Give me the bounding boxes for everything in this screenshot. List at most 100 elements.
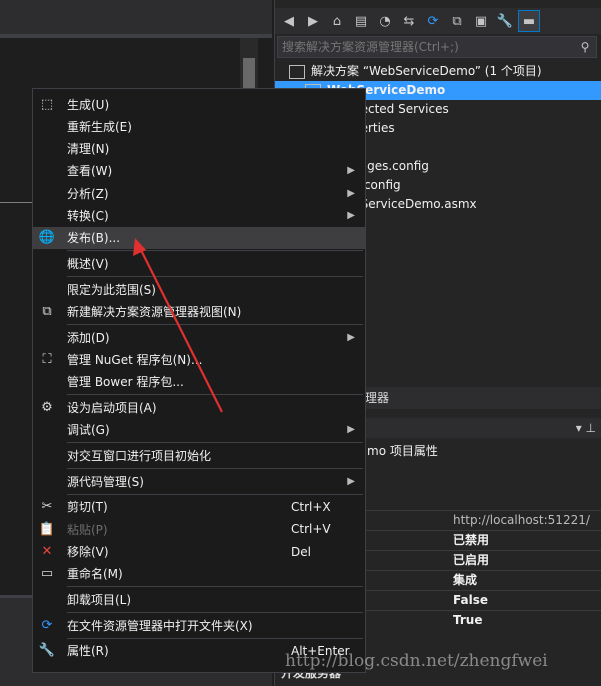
search-input[interactable] [278, 39, 574, 55]
menu-item[interactable]: 概述(V) [33, 253, 365, 275]
menu-item[interactable]: 调试(G) ▶ [33, 419, 365, 441]
menu-item[interactable]: ▭ 重命名(M) [33, 563, 365, 585]
menu-item[interactable]: 重新生成(E) [33, 115, 365, 137]
menu-separator [67, 467, 363, 469]
menu-shortcut: Ctrl+V [291, 522, 331, 537]
property-value: http://localhost:51221/ [453, 513, 590, 527]
menu-item-label: 生成(U) [67, 97, 110, 112]
menu-item-label: 限定为此范围(S) [67, 282, 156, 297]
solution-explorer-toolbar: ◀ ▶ ⌂ ▤ ◔ ⇆ ⟳ ⧉ ▣ 🔧 ▬ [275, 8, 601, 34]
pin-icon[interactable]: ▾ ⊥ [576, 421, 596, 435]
menu-separator [67, 637, 363, 639]
property-value: True [453, 613, 483, 627]
menu-item-label: 在文件资源管理器中打开文件夹(X) [67, 618, 253, 633]
tree-item[interactable]: 解决方案 “WebServiceDemo” (1 个项目) [275, 62, 601, 81]
context-menu: ⬚ 生成(U) 重新生成(E) 清理(N) 查看(W) ▶ 分析(Z) ▶ 转换(C) ▶ 🌐 发布(… [32, 88, 366, 673]
menu-item[interactable]: 限定为此范围(S) [33, 278, 365, 300]
search-icon[interactable]: ⚲ [574, 40, 596, 54]
menu-item-label: 管理 NuGet 程序包(N)... [67, 353, 203, 367]
show-all-files-icon[interactable]: ▣ [471, 11, 491, 31]
menu-separator [67, 611, 363, 613]
menu-item[interactable]: 对交互窗口进行项目初始化 [33, 445, 365, 467]
menu-separator [67, 493, 363, 495]
menu-shortcut: Ctrl+X [291, 499, 331, 514]
menu-separator [67, 250, 363, 252]
menu-item-label: 添加(D) [67, 330, 110, 345]
scissors-icon: ✂ [41, 499, 53, 515]
menu-item-label: 概述(V) [67, 257, 109, 271]
menu-separator [67, 586, 363, 588]
menu-item[interactable]: 源代码管理(S) ▶ [33, 470, 365, 492]
menu-item-label: 查看(W) [67, 164, 113, 179]
menu-item[interactable]: ⧉ 新建解决方案资源管理器视图(N) [33, 301, 365, 323]
menu-item[interactable]: 清理(N) [33, 138, 365, 160]
menu-separator [67, 442, 363, 444]
property-value: 已启用 [453, 553, 490, 567]
preview-selected-icon[interactable]: ▬ [518, 10, 540, 32]
rename-icon: ▭ [40, 566, 54, 582]
menu-item[interactable]: 🌐 发布(B)... [33, 226, 365, 249]
menu-item[interactable]: ⛶ 管理 NuGet 程序包(N)... [33, 349, 365, 371]
properties-icon[interactable]: 🔧 [495, 11, 515, 31]
menu-item-label: 设为启动项目(A) [67, 401, 157, 415]
menu-item-label: 发布(B)... [67, 231, 121, 246]
sync-icon[interactable]: ⇆ [399, 11, 419, 31]
menu-item-label: 源代码管理(S) [67, 474, 144, 489]
build-icon: ⬚ [40, 96, 54, 112]
watermark: http://blog.csdn.net/zhengfwei [285, 651, 548, 671]
refresh-icon: ⟳ [41, 617, 53, 633]
menu-item-label: 清理(N) [67, 142, 110, 157]
property-value: 已禁用 [453, 533, 490, 547]
menu-item[interactable]: 添加(D) ▶ [33, 326, 365, 348]
tree-item-label: bServiceDemo.asmx [353, 197, 477, 211]
menu-item-label: 转换(C) [67, 209, 109, 223]
submenu-arrow-icon: ▶ [347, 475, 355, 487]
nuget-icon: ⛶ [42, 352, 52, 367]
menu-shortcut: Del [291, 544, 311, 559]
wrench-icon: 🔧 [38, 643, 56, 659]
refresh-icon[interactable]: ⟳ [423, 11, 443, 31]
menu-item[interactable]: ✕ 移除(V) Del [33, 541, 365, 563]
gear-icon: ⚙ [41, 400, 53, 415]
menu-item[interactable]: 卸载项目(L) [33, 589, 365, 611]
switch-views-icon[interactable]: ▤ [351, 11, 371, 31]
menu-item[interactable]: ⟳ 在文件资源管理器中打开文件夹(X) [33, 614, 365, 636]
editor-tab-strip [0, 34, 272, 38]
menu-item[interactable]: 分析(Z) ▶ [33, 182, 365, 204]
menu-separator [67, 275, 363, 277]
tree-item-label: 解决方案 “WebServiceDemo” (1 个项目) [311, 64, 542, 78]
menu-item[interactable]: ⬚ 生成(U) [33, 93, 365, 115]
menu-separator [67, 394, 363, 396]
paste-icon: 📋 [38, 521, 56, 537]
property-value: 集成 [453, 573, 478, 587]
menu-item[interactable]: 转换(C) ▶ [33, 205, 365, 227]
submenu-arrow-icon: ▶ [347, 210, 355, 221]
new-view-icon: ⧉ [42, 304, 52, 319]
submenu-arrow-icon: ▶ [347, 331, 355, 343]
editor-toolbar [0, 0, 272, 34]
menu-item-label: 卸载项目(L) [67, 593, 132, 607]
submenu-arrow-icon: ▶ [347, 424, 355, 436]
solution-search-box[interactable]: ⚲ [277, 36, 597, 58]
collapse-all-icon[interactable]: ⧉ [447, 11, 467, 31]
menu-item[interactable]: 📋 粘贴(P) Ctrl+V [33, 518, 365, 540]
back-icon[interactable]: ◀ [279, 11, 299, 31]
menu-item-label: 移除(V) [67, 545, 109, 559]
submenu-arrow-icon: ▶ [347, 165, 355, 177]
menu-item-label: 分析(Z) [67, 186, 109, 201]
menu-item-label: 重命名(M) [67, 567, 123, 582]
menu-item[interactable]: 查看(W) ▶ [33, 160, 365, 182]
forward-icon[interactable]: ▶ [303, 11, 323, 31]
menu-item-label: 重新生成(E) [67, 119, 132, 134]
tree-item-label: nected Services [353, 102, 449, 116]
globe-icon: 🌐 [38, 230, 56, 246]
home-icon[interactable]: ⌂ [327, 11, 347, 31]
menu-item[interactable]: ⚙ 设为启动项目(A) [33, 397, 365, 419]
menu-item[interactable]: 管理 Bower 程序包... [33, 371, 365, 393]
menu-item-label: 新建解决方案资源管理器视图(N) [67, 305, 242, 319]
menu-item[interactable]: ✂ 剪切(T) Ctrl+X [33, 496, 365, 518]
solution-icon [289, 64, 305, 79]
pending-changes-icon[interactable]: ◔ [375, 11, 395, 31]
menu-item-label: 管理 Bower 程序包... [67, 375, 184, 390]
delete-icon: ✕ [41, 544, 53, 559]
